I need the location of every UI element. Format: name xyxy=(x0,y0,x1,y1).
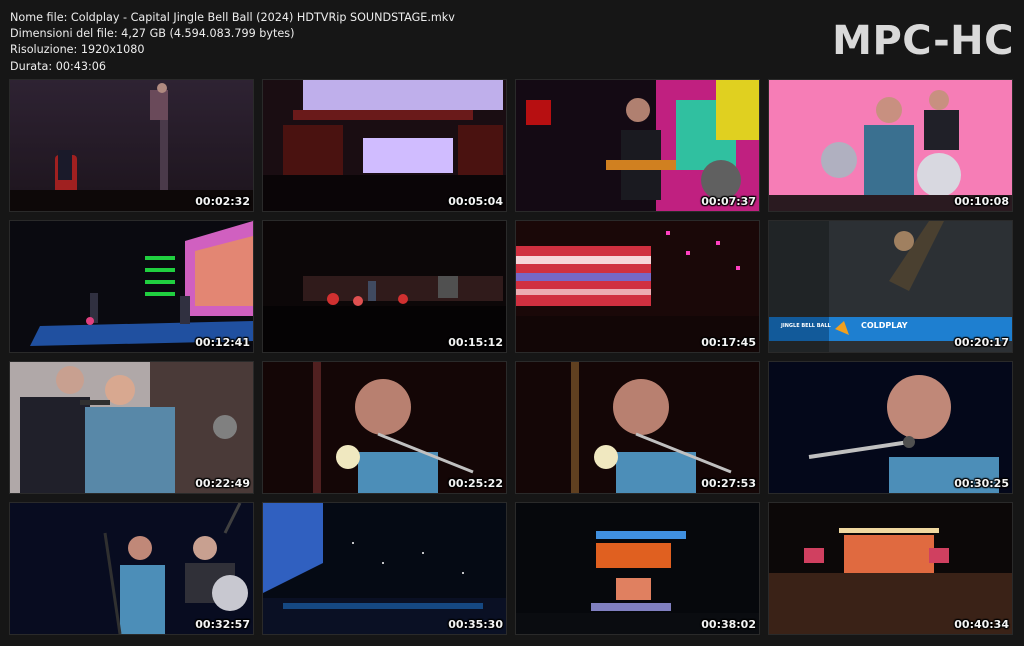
singer-closeup-image xyxy=(263,362,506,493)
timestamp-label: 00:05:04 xyxy=(448,195,503,208)
arena-crowd-image xyxy=(263,503,506,634)
dark-stage-image xyxy=(263,221,506,352)
singer-closeup-image xyxy=(516,362,759,493)
guitar-closeup-image: JINGLE BELL BALL COLDPLAY xyxy=(769,221,1012,352)
thumbnail-frame: 00:22:49 xyxy=(9,361,254,494)
file-info: Nome file: Coldplay - Capital Jingle Bel… xyxy=(10,10,455,75)
band-stage-image xyxy=(10,503,253,634)
timestamp-label: 00:40:34 xyxy=(954,618,1009,631)
thumbnail-frame: 00:10:08 xyxy=(768,79,1013,212)
thumbnail-frame: 00:12:41 xyxy=(9,220,254,353)
timestamp-label: 00:12:41 xyxy=(195,336,250,349)
thumbnail-frame: JINGLE BELL BALL COLDPLAY 00:20:17 xyxy=(768,220,1013,353)
singer-closeup-image xyxy=(769,362,1012,493)
banner-artist: COLDPLAY xyxy=(861,321,908,330)
timestamp-label: 00:38:02 xyxy=(701,618,756,631)
stage-wide-image xyxy=(10,221,253,352)
thumbnail-frame: 00:17:45 xyxy=(515,220,760,353)
timestamp-label: 00:32:57 xyxy=(195,618,250,631)
thumbnail-frame: 00:07:37 xyxy=(515,79,760,212)
banner-logo: JINGLE BELL BALL xyxy=(780,323,832,329)
stage-lights-image xyxy=(263,80,506,211)
thumbnail-frame: 00:35:30 xyxy=(262,502,507,635)
duration-line: Durata: 00:43:06 xyxy=(10,59,106,73)
timestamp-label: 00:22:49 xyxy=(195,477,250,490)
timestamp-label: 00:35:30 xyxy=(448,618,503,631)
timestamp-label: 00:02:32 xyxy=(195,195,250,208)
thumbnail-frame: 00:38:02 xyxy=(515,502,760,635)
stage-scene-image xyxy=(10,80,253,211)
thumbnail-frame: 00:02:32 xyxy=(9,79,254,212)
file-size-line: Dimensioni del file: 4,27 GB (4.594.083.… xyxy=(10,27,295,41)
thumbnail-frame: 00:27:53 xyxy=(515,361,760,494)
timestamp-label: 00:27:53 xyxy=(701,477,756,490)
screen-lights-image xyxy=(516,221,759,352)
thumbnail-grid: 00:02:32 00:05:04 00:07:37 00:10:08 00:1… xyxy=(9,79,1013,635)
file-name-line: Nome file: Coldplay - Capital Jingle Bel… xyxy=(10,11,455,24)
thumbnail-frame: 00:30:25 xyxy=(768,361,1013,494)
timestamp-label: 00:07:37 xyxy=(701,195,756,208)
thumbnail-frame: 00:32:57 xyxy=(9,502,254,635)
mpc-hc-logo: MPC-HC xyxy=(832,18,1014,64)
arena-wide-image xyxy=(769,503,1012,634)
thumbnail-frame: 00:25:22 xyxy=(262,361,507,494)
guitarist-image xyxy=(516,80,759,211)
singer-drummer-image xyxy=(769,80,1012,211)
thumbnail-frame: 00:15:12 xyxy=(262,220,507,353)
timestamp-label: 00:10:08 xyxy=(954,195,1009,208)
timestamp-label: 00:25:22 xyxy=(448,477,503,490)
thumbnail-frame: 00:05:04 xyxy=(262,79,507,212)
timestamp-label: 00:20:17 xyxy=(954,336,1009,349)
resolution-line: Risoluzione: 1920x1080 xyxy=(10,43,145,57)
thumbnail-frame: 00:40:34 xyxy=(768,502,1013,635)
arena-screen-image xyxy=(516,503,759,634)
timestamp-label: 00:17:45 xyxy=(701,336,756,349)
timestamp-label: 00:30:25 xyxy=(954,477,1009,490)
singer-mic-image xyxy=(10,362,253,493)
timestamp-label: 00:15:12 xyxy=(448,336,503,349)
